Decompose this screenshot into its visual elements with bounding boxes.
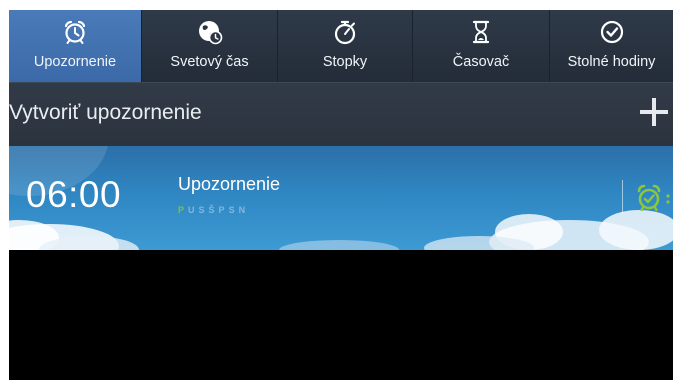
- day-indicator: S: [228, 205, 236, 215]
- create-alarm-bar[interactable]: Vytvoriť upozornenie: [9, 82, 673, 146]
- alarm-clock-icon: [637, 184, 670, 212]
- alarm-time: 06:00: [26, 174, 122, 215]
- day-indicator: Š: [208, 205, 216, 215]
- alarm-repeat-days: P U S Š P S N: [178, 205, 246, 215]
- tab-stopwatch[interactable]: Stopky: [278, 10, 413, 82]
- tab-label: Upozornenie: [33, 54, 117, 70]
- tab-world-clock[interactable]: Svetový čas: [142, 10, 278, 82]
- alarm-clock-icon: [62, 19, 88, 45]
- stopwatch-icon: [332, 19, 358, 45]
- world-clock-icon: [197, 19, 223, 45]
- tab-label: Svetový čas: [170, 54, 249, 70]
- tab-timer[interactable]: Časovač: [413, 10, 550, 82]
- tab-label: Časovač: [452, 54, 510, 70]
- desk-clock-icon: [599, 19, 625, 45]
- day-indicator: N: [238, 205, 247, 215]
- tab-label: Stopky: [322, 54, 368, 70]
- day-indicator: U: [188, 205, 196, 215]
- clock-app-window: Upozornenie Svetový čas Stopky Časovač S…: [9, 10, 673, 380]
- hourglass-icon: [468, 19, 494, 45]
- row-divider: [622, 180, 623, 214]
- day-indicator: P: [218, 205, 226, 215]
- day-indicator: S: [198, 205, 206, 215]
- day-indicator: P: [178, 205, 186, 215]
- plus-icon[interactable]: [639, 97, 669, 127]
- empty-list-area: [9, 250, 673, 380]
- tab-alarm[interactable]: Upozornenie: [9, 10, 142, 82]
- tab-bar: Upozornenie Svetový čas Stopky Časovač S…: [9, 10, 673, 82]
- alarm-toggle-button[interactable]: [635, 182, 673, 214]
- alarm-list-item[interactable]: 06:00 Upozornenie P U S Š P S N: [9, 146, 673, 250]
- create-alarm-title: Vytvoriť upozornenie: [9, 101, 202, 124]
- alarm-name: Upozornenie: [178, 174, 281, 194]
- tab-desk-clock[interactable]: Stolné hodiny: [550, 10, 673, 82]
- tab-label: Stolné hodiny: [567, 54, 656, 70]
